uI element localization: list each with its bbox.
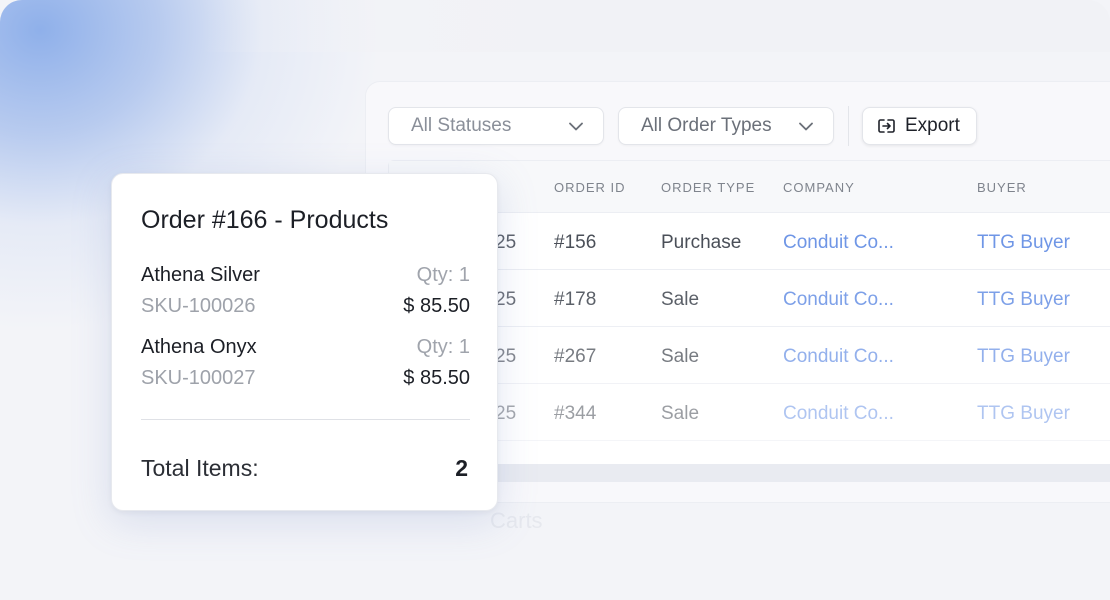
- toolbar-divider: [848, 106, 849, 146]
- total-items-label: Total Items:: [141, 455, 259, 481]
- column-header-company[interactable]: COMPANY: [783, 180, 855, 195]
- chevron-down-icon: [569, 122, 583, 131]
- product-qty: Qty: 1: [416, 336, 470, 358]
- chevron-down-icon: [799, 122, 813, 131]
- cell-order-id: #156: [554, 232, 597, 253]
- export-icon: [877, 117, 897, 135]
- popover-title: Order #166 - Products: [141, 206, 389, 234]
- product-price: $ 85.50: [403, 295, 470, 317]
- product-name: Athena Onyx: [141, 336, 257, 358]
- product-qty: Qty: 1: [416, 264, 470, 286]
- buyer-link[interactable]: TTG Buyer: [977, 403, 1070, 425]
- company-link[interactable]: Conduit Co...: [783, 289, 894, 311]
- backdrop-top: [200, 0, 1110, 52]
- column-header-order-type[interactable]: ORDER TYPE: [661, 180, 755, 195]
- cell-date: 25: [495, 403, 517, 424]
- cell-date: 25: [495, 232, 517, 253]
- product-sku: SKU-100027: [141, 367, 256, 389]
- product-sku: SKU-100026: [141, 295, 256, 317]
- cell-order-type: Sale: [661, 346, 700, 367]
- cell-order-id: #267: [554, 346, 597, 367]
- order-type-filter-select[interactable]: All Order Types: [618, 107, 834, 145]
- company-link[interactable]: Conduit Co...: [783, 232, 894, 254]
- cell-order-type: Sale: [661, 289, 700, 310]
- cell-order-id: #178: [554, 289, 597, 310]
- buyer-link[interactable]: TTG Buyer: [977, 289, 1070, 311]
- app-frame: All Statuses All Order Types Export ORDE…: [0, 0, 1110, 600]
- status-filter-label: All Statuses: [411, 115, 512, 136]
- company-link[interactable]: Conduit Co...: [783, 346, 894, 368]
- cell-order-id: #344: [554, 403, 597, 424]
- status-filter-select[interactable]: All Statuses: [388, 107, 604, 145]
- buyer-link[interactable]: TTG Buyer: [977, 232, 1070, 254]
- carts-section-heading: Carts: [490, 508, 543, 533]
- cell-date: 25: [495, 289, 517, 310]
- popover-divider: [141, 419, 470, 420]
- buyer-link[interactable]: TTG Buyer: [977, 346, 1070, 368]
- column-header-order-id[interactable]: ORDER ID: [554, 180, 626, 195]
- total-items-value: 2: [455, 455, 468, 481]
- order-type-filter-label: All Order Types: [641, 115, 772, 136]
- product-name: Athena Silver: [141, 264, 260, 286]
- cell-order-type: Sale: [661, 403, 700, 424]
- product-price: $ 85.50: [403, 367, 470, 389]
- order-products-popover: Order #166 - Products Athena Silver Qty:…: [111, 173, 498, 511]
- column-header-buyer[interactable]: BUYER: [977, 180, 1027, 195]
- export-label: Export: [905, 115, 960, 136]
- cell-order-type: Purchase: [661, 232, 742, 253]
- cell-date: 25: [495, 346, 517, 367]
- export-button[interactable]: Export: [862, 107, 977, 145]
- filter-toolbar: All Statuses All Order Types Export: [388, 106, 977, 146]
- company-link[interactable]: Conduit Co...: [783, 403, 894, 425]
